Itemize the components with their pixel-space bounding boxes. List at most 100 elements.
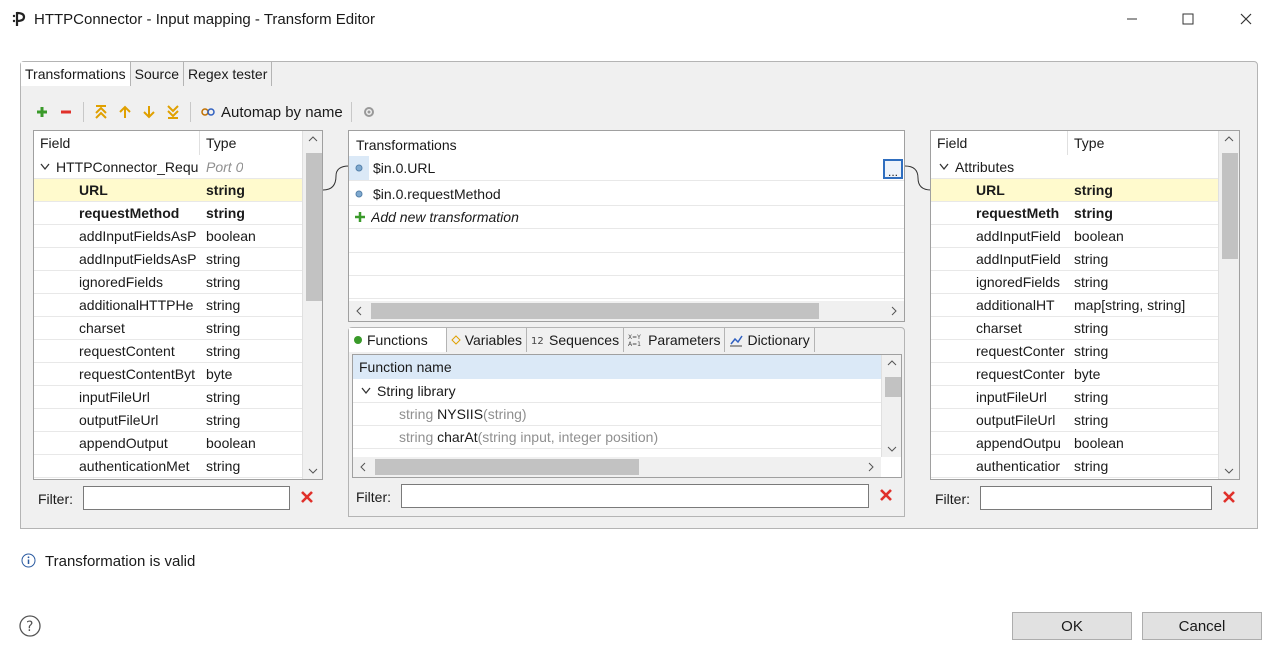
field-row[interactable]: requestContent string [34,340,302,363]
empty-row [349,230,904,253]
add-transformation-label: Add new transformation [371,209,519,225]
scroll-left-icon[interactable] [355,306,363,316]
field-row[interactable]: addInputField string [931,248,1218,271]
field-row[interactable]: authenticatior string [931,455,1218,478]
bullet-green-icon [353,335,363,345]
field-row[interactable]: URL string [34,179,302,202]
edit-expression-button[interactable]: ... [883,159,903,179]
field-row[interactable]: authenticationMet string [34,455,302,478]
field-name: additionalHT [976,297,1055,313]
tab-variables[interactable]: Variables [447,328,528,352]
input-scrollbar[interactable] [302,131,322,479]
add-transformation-row[interactable]: Add new transformation [349,206,904,229]
move-bottom-icon[interactable] [164,103,182,121]
field-row[interactable]: charset string [34,317,302,340]
scroll-left-icon[interactable] [359,462,367,472]
field-column-header[interactable]: Field [931,131,1068,155]
automap-icon [199,103,217,121]
field-row[interactable]: requestContentByt byte [34,363,302,386]
minimize-button[interactable] [1120,8,1144,30]
scroll-down-icon[interactable] [308,467,318,475]
scroll-up-icon[interactable] [308,135,318,143]
transformation-row[interactable]: $in.0.URL [349,156,904,181]
help-icon[interactable]: ? [19,615,41,637]
scroll-down-icon[interactable] [1224,467,1234,475]
output-scrollbar[interactable] [1218,131,1239,479]
scroll-right-icon[interactable] [867,462,875,472]
scroll-thumb[interactable] [1222,153,1238,259]
field-row[interactable]: additionalHT map[string, string] [931,294,1218,317]
clear-filter-icon[interactable] [300,490,314,504]
scroll-up-icon[interactable] [887,359,897,367]
functions-filter-field[interactable] [401,484,869,508]
tab-source[interactable]: Source [131,62,184,86]
field-row[interactable]: ignoredFields string [931,271,1218,294]
transformations-hscrollbar[interactable] [349,301,904,321]
scroll-down-icon[interactable] [887,445,897,453]
field-row[interactable]: requestConter string [931,340,1218,363]
move-up-icon[interactable] [116,103,134,121]
field-row[interactable]: URL string [931,179,1218,202]
move-top-icon[interactable] [92,103,110,121]
field-row[interactable]: inputFileUrl string [931,386,1218,409]
type-column-header[interactable]: Type [200,131,236,155]
field-row[interactable]: additionalHTTPHe string [34,294,302,317]
tab-sequences[interactable]: 12 Sequences [527,328,625,352]
tab-dictionary[interactable]: Dictionary [725,328,815,352]
tab-parameters[interactable]: X=Y A=1 Parameters [624,328,726,352]
field-row[interactable]: outputFileUrl string [931,409,1218,432]
library-row[interactable]: String library [353,380,881,403]
input-filter-field[interactable] [83,486,290,510]
cancel-button[interactable]: Cancel [1142,612,1262,640]
tab-transformations[interactable]: Transformations [21,62,131,86]
tab-functions[interactable]: Functions [349,328,447,352]
type-column-header[interactable]: Type [1068,131,1104,155]
scroll-up-icon[interactable] [1224,135,1234,143]
tab-regex-tester[interactable]: Regex tester [184,62,273,86]
field-row[interactable]: requestMeth string [931,202,1218,225]
field-row[interactable]: addInputFieldsAsP string [34,248,302,271]
field-row[interactable]: addInputField boolean [931,225,1218,248]
function-row[interactable]: string NYSIIS (string) [353,403,881,426]
function-name-header[interactable]: Function name [353,355,881,379]
functions-vscrollbar[interactable] [881,355,901,457]
field-row[interactable]: inputFileUrl string [34,386,302,409]
close-button[interactable] [1234,8,1258,30]
function-row[interactable]: string charAt (string input, integer pos… [353,426,881,449]
transformation-row[interactable]: $in.0.requestMethod [349,182,904,206]
field-row[interactable]: appendOutput boolean [34,432,302,455]
scroll-thumb[interactable] [885,377,901,397]
field-type: string [206,297,241,313]
output-filter-field[interactable] [980,486,1212,510]
chevron-down-icon[interactable] [939,163,949,171]
chevron-down-icon[interactable] [361,387,371,395]
field-row[interactable]: ignoredFields string [34,271,302,294]
output-root-row[interactable]: Attributes [931,156,1218,179]
input-root-row[interactable]: HTTPConnector_Requ Port 0 [34,156,302,179]
clear-filter-icon[interactable] [1222,490,1236,504]
field-row[interactable]: charset string [931,317,1218,340]
settings-icon[interactable] [360,103,378,121]
functions-hscrollbar[interactable] [353,457,881,477]
clear-filter-icon[interactable] [879,488,893,502]
add-icon[interactable] [33,103,51,121]
field-row[interactable]: requestConter byte [931,363,1218,386]
field-name: requestContent [79,343,175,359]
remove-icon[interactable] [57,103,75,121]
scroll-thumb[interactable] [306,153,322,301]
field-row[interactable]: requestMethod string [34,202,302,225]
field-row[interactable]: outputFileUrl string [34,409,302,432]
scroll-thumb[interactable] [371,303,819,319]
field-row[interactable]: addInputFieldsAsP boolean [34,225,302,248]
scroll-thumb[interactable] [375,459,639,475]
automap-button[interactable]: Automap by name [199,103,343,121]
maximize-button[interactable] [1176,8,1200,30]
ok-button[interactable]: OK [1012,612,1132,640]
toolbar-separator [190,102,191,122]
field-type: string [1074,389,1109,405]
move-down-icon[interactable] [140,103,158,121]
scroll-right-icon[interactable] [890,306,898,316]
chevron-down-icon[interactable] [40,163,50,171]
field-column-header[interactable]: Field [34,131,200,155]
field-row[interactable]: appendOutpu boolean [931,432,1218,455]
